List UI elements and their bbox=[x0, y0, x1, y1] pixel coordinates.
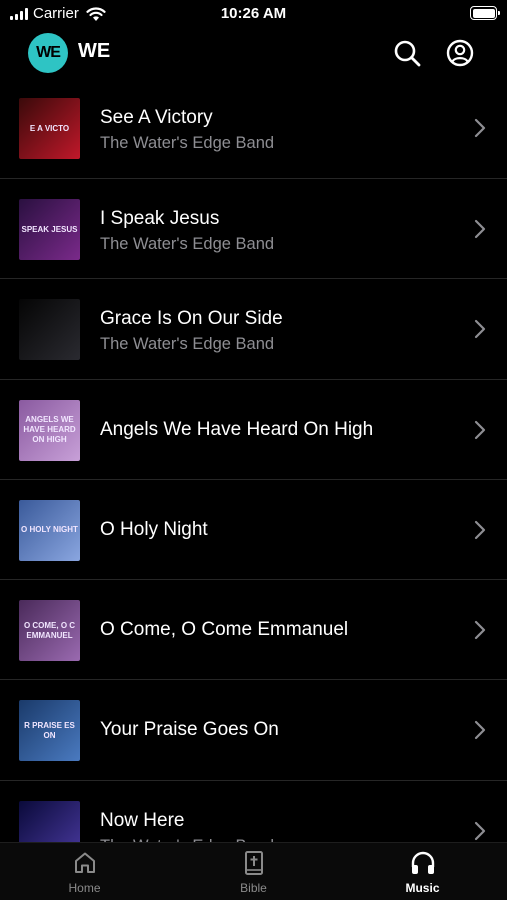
song-thumbnail: E A VICTO bbox=[19, 98, 80, 159]
song-title: Now Here bbox=[100, 809, 185, 831]
app-header: WE WE bbox=[0, 30, 507, 78]
bible-icon bbox=[244, 851, 263, 875]
song-artist: The Water's Edge Band bbox=[100, 335, 275, 354]
account-icon[interactable] bbox=[445, 38, 475, 68]
chevron-right-icon bbox=[474, 821, 486, 840]
chevron-right-icon bbox=[474, 320, 486, 339]
logo-mark: WE bbox=[36, 44, 61, 61]
tab-bar: Home Bible Music bbox=[0, 842, 507, 900]
thumbnail-caption: O HOLY NIGHT bbox=[21, 525, 78, 535]
song-text: Grace Is On Our Side The Water's Edge Ban… bbox=[100, 308, 447, 354]
song-row[interactable]: E A VICTO See A Victory The Water's Edge B… bbox=[0, 78, 507, 179]
app-title: WE bbox=[78, 40, 111, 62]
song-title: Angels We Have Heard On High bbox=[100, 418, 374, 440]
app-logo[interactable]: WE bbox=[28, 33, 68, 73]
song-text: O Holy Night bbox=[100, 519, 447, 541]
thumbnail-caption: R PRAISE ES ON bbox=[24, 720, 75, 740]
song-artist: The Water's Edge Band bbox=[100, 235, 275, 253]
tab-home[interactable]: Home bbox=[0, 843, 169, 900]
thumbnail-caption: O COME, O C EMMANUEL bbox=[23, 620, 76, 640]
tab-home-label: Home bbox=[68, 881, 101, 895]
tab-music-label: Music bbox=[405, 881, 440, 895]
song-thumbnail: ANGELS WE HAVE HEARD ON HIGH bbox=[19, 399, 80, 461]
song-title: Your Praise Goes On bbox=[100, 719, 279, 741]
song-row[interactable]: ANGELS WE HAVE HEARD ON HIGH Angels We Ha… bbox=[0, 380, 507, 480]
clock: 10:26 AM bbox=[220, 5, 287, 22]
song-artist: The Water's Edge Band bbox=[100, 134, 275, 152]
song-thumbnail: O COME, O C EMMANUEL bbox=[19, 600, 80, 662]
song-text: O Come, O Come Emmanuel bbox=[100, 619, 447, 641]
song-list: E A VICTO See A Victory The Water's Edge B… bbox=[0, 78, 507, 842]
song-text: See A Victory The Water's Edge Band bbox=[100, 107, 447, 153]
song-row[interactable]: O COME, O C EMMANUEL O Come, O Come Emman… bbox=[0, 580, 507, 681]
song-thumbnail: SPEAK JESUS bbox=[19, 199, 80, 260]
song-thumbnail: R PRAISE ES ON bbox=[19, 700, 80, 762]
search-icon[interactable] bbox=[392, 38, 422, 68]
tab-bible-label: Bible bbox=[240, 881, 267, 895]
song-title: I Speak Jesus bbox=[100, 208, 220, 229]
song-text: Now HereThe Water's Edge Band bbox=[100, 810, 447, 842]
song-title: O Come, O Come Emmanuel bbox=[100, 619, 349, 641]
song-row[interactable]: R PRAISE ES ON Your Praise Goes On bbox=[0, 680, 507, 781]
song-text: Angels We Have Heard On High bbox=[100, 419, 447, 441]
song-title: O Holy Night bbox=[100, 518, 208, 540]
chevron-right-icon bbox=[474, 118, 486, 138]
song-thumbnail: O HOLY NIGHT bbox=[19, 499, 80, 561]
song-title: Grace Is On Our Side bbox=[100, 308, 283, 330]
chevron-right-icon bbox=[474, 721, 486, 740]
song-thumbnail bbox=[19, 299, 80, 361]
song-row[interactable]: O HOLY NIGHT O Holy Night bbox=[0, 480, 507, 581]
tab-bible[interactable]: Bible bbox=[169, 843, 338, 900]
song-row[interactable]: Now HereThe Water's Edge Band bbox=[0, 781, 507, 842]
song-row[interactable]: SPEAK JESUS I Speak Jesus The Water's Edge… bbox=[0, 179, 507, 280]
thumbnail-caption: E A VICTO bbox=[29, 123, 70, 133]
chevron-right-icon bbox=[474, 219, 486, 239]
song-text: I Speak Jesus The Water's Edge Band bbox=[100, 208, 447, 254]
song-text: Your Praise Goes On bbox=[100, 719, 447, 741]
chevron-right-icon bbox=[474, 520, 486, 539]
thumbnail-caption: ANGELS WE HAVE HEARD ON HIGH bbox=[23, 415, 76, 445]
chevron-right-icon bbox=[474, 420, 486, 439]
song-thumbnail bbox=[19, 800, 80, 842]
chevron-right-icon bbox=[474, 621, 486, 640]
status-bar: Carrier 10:26 AM bbox=[0, 0, 507, 30]
home-icon bbox=[74, 852, 95, 873]
battery-icon bbox=[470, 6, 500, 20]
thumbnail-caption: SPEAK JESUS bbox=[21, 224, 78, 234]
headphones-icon bbox=[411, 851, 434, 874]
song-title: See A Victory bbox=[100, 107, 213, 128]
song-row[interactable]: Grace Is On Our Side The Water's Edge Ban… bbox=[0, 279, 507, 380]
tab-music[interactable]: Music bbox=[338, 843, 507, 900]
